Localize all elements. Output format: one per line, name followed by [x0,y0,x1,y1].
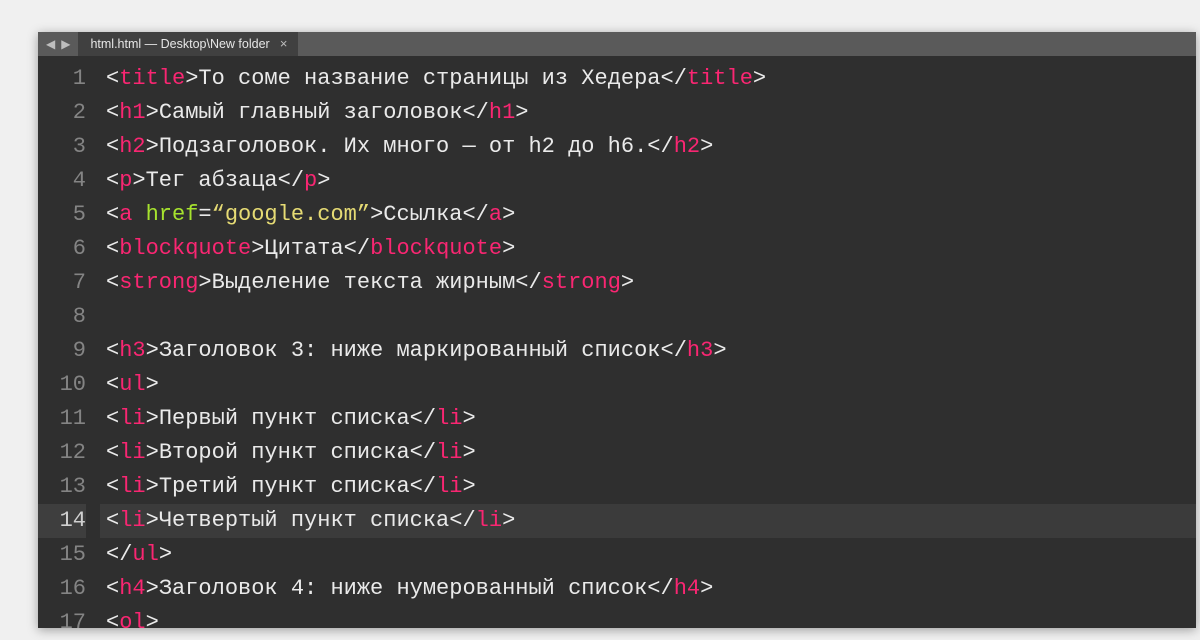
file-tab[interactable]: html.html — Desktop\New folder × [78,32,297,56]
code-line[interactable]: </ul> [106,538,1196,572]
line-number: 4 [38,164,86,198]
close-icon[interactable]: × [280,38,288,51]
code-line[interactable]: <strong>Выделение текста жирным</strong> [106,266,1196,300]
code-line[interactable]: <ul> [106,368,1196,402]
code-line[interactable]: <p>Тег абзаца</p> [106,164,1196,198]
tab-label: html.html — Desktop\New folder [90,37,269,51]
line-number-gutter: 1234567891011121314151617 [38,56,100,628]
line-number: 16 [38,572,86,606]
nav-next-icon[interactable]: ▶ [61,37,70,52]
nav-arrows: ◀ ▶ [38,32,78,56]
editor-area[interactable]: 1234567891011121314151617 <title>То соме… [38,56,1196,628]
line-number: 13 [38,470,86,504]
code-line[interactable]: <h1>Самый главный заголовок</h1> [106,96,1196,130]
line-number: 1 [38,62,86,96]
line-number: 5 [38,198,86,232]
line-number: 17 [38,606,86,640]
code-line[interactable]: <h3>Заголовок 3: ниже маркированный спис… [106,334,1196,368]
code-line[interactable]: <h2>Подзаголовок. Их много — от h2 до h6… [106,130,1196,164]
code-line[interactable]: <li>Первый пункт списка</li> [106,402,1196,436]
line-number: 15 [38,538,86,572]
line-number: 3 [38,130,86,164]
line-number: 12 [38,436,86,470]
code-content[interactable]: <title>То соме название страницы из Хеде… [100,56,1196,628]
code-line[interactable]: <a href=“google.com”>Ссылка</a> [106,198,1196,232]
title-bar: ◀ ▶ html.html — Desktop\New folder × [38,32,1196,56]
line-number: 8 [38,300,86,334]
line-number: 2 [38,96,86,130]
editor-window: ◀ ▶ html.html — Desktop\New folder × 123… [38,32,1196,628]
line-number: 6 [38,232,86,266]
code-line[interactable]: <li>Четвертый пункт списка</li> [100,504,1196,538]
line-number: 14 [38,504,86,538]
code-line[interactable]: <h4>Заголовок 4: ниже нумерованный списо… [106,572,1196,606]
code-line[interactable]: <title>То соме название страницы из Хеде… [106,62,1196,96]
line-number: 11 [38,402,86,436]
code-line[interactable]: <li>Второй пункт списка</li> [106,436,1196,470]
code-line[interactable]: <li>Третий пункт списка</li> [106,470,1196,504]
line-number: 9 [38,334,86,368]
line-number: 7 [38,266,86,300]
code-line[interactable]: <ol> [106,606,1196,640]
code-line[interactable]: <blockquote>Цитата</blockquote> [106,232,1196,266]
line-number: 10 [38,368,86,402]
nav-prev-icon[interactable]: ◀ [46,37,55,52]
code-line[interactable] [106,300,1196,334]
